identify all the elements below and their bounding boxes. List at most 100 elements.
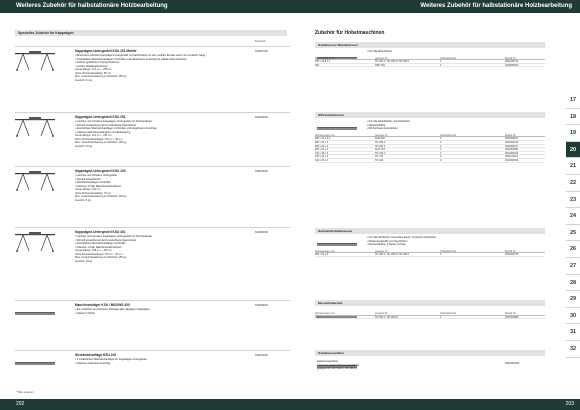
product-spec: Gewicht: 15 kg — [75, 144, 93, 148]
chapter-tab-20[interactable]: 20 — [566, 141, 580, 159]
right-table-cell: 260 x 20 x 3 — [315, 253, 329, 257]
product-image — [15, 171, 55, 191]
product-spec: Gewicht: 19 kg — [75, 259, 93, 263]
right-page-number: 203 — [290, 399, 580, 410]
footnote: * Bitte angeben — [16, 391, 34, 394]
product-title: Maschinenträger KSU / BKS/WS 400 — [75, 303, 130, 307]
product-item: Kappsägen-Untergestell KSU 251 MobileBes… — [15, 46, 290, 108]
product-item: Werkstückauflage KSU 1001 zusätzliches W… — [15, 350, 290, 390]
product-image — [15, 305, 55, 325]
product-item: Kappsägen-Untergestell KSU 251Leichtes u… — [15, 112, 290, 162]
product-image — [15, 117, 55, 137]
gauge-order-number: 0911062106 — [505, 362, 520, 365]
order-column-label: Bestell-Nr. — [255, 40, 267, 43]
product-bullet: Inklusiv 2 Stück — [75, 312, 225, 316]
right-table-cell: 0911062705 — [505, 253, 519, 257]
right-block-bullets: Für alle Weichhölzer — [367, 50, 393, 54]
right-bullet: Für alle Weichhölzer — [367, 50, 393, 54]
right-table-cell: HC 260 C, HC 260 M, HC 260 K — [375, 253, 410, 257]
right-table-cell: 2 — [440, 63, 442, 67]
product-item: Kappsägen-Untergestell KSU 401Leichtes u… — [15, 227, 290, 297]
left-page-header: Weiteres Zubehör für halbstationäre Holz… — [0, 0, 290, 13]
right-table-cell: HC 410 — [375, 158, 384, 162]
chapter-tab-26[interactable]: 26 — [566, 241, 580, 258]
chapter-tab-18[interactable]: 18 — [566, 109, 580, 126]
right-table-cell: 260 — [315, 63, 319, 67]
right-block-bullets: Für alle Weichhölzer und HartholzerNachs… — [367, 120, 410, 131]
product-spec: Gewicht: 21 kg — [75, 78, 93, 82]
right-block: Messerhaltersatz Abmessungen mm geeignet f… — [315, 300, 545, 320]
product-order-number: 629005000 — [255, 116, 268, 119]
chapter-tab-21[interactable]: 21 — [566, 158, 580, 175]
product-text: Kappsägen-Untergestell KSU 100Leichtes u… — [75, 169, 225, 202]
chapter-tab-23[interactable]: 23 — [566, 192, 580, 209]
left-page-number: 202 — [0, 399, 290, 410]
left-section-title: Spezielles Zubehör für Kappsägen — [15, 30, 287, 36]
product-order-number: 629009000 — [255, 304, 268, 307]
right-bullet: Nachschärfbar, 2 Seiten nutzbar — [367, 243, 436, 247]
product-title: Werkstückauflage KSU 100 — [75, 353, 117, 357]
chapter-tab-28[interactable]: 28 — [566, 275, 580, 292]
right-block: Hobelmesser Wendemesser Für alle Weichhöl… — [315, 42, 545, 68]
right-block-title: Hartmetall-Hobelmesser — [315, 228, 545, 234]
right-table-row: 260 HDH 260 2 0220065000 — [315, 64, 545, 68]
chapter-tab-32[interactable]: 32 — [566, 341, 580, 358]
right-table-cell: 2 — [440, 158, 442, 162]
chapter-tab-29[interactable]: 29 — [566, 291, 580, 308]
chapter-tab-24[interactable]: 24 — [566, 208, 580, 225]
chapter-tabs: 17 18 19 20 21 22 23 24 25 26 27 28 29 30 31 32 — [566, 92, 580, 358]
right-table-cell: 410 x 25 x 3 — [315, 158, 329, 162]
product-order-number: 629004000 — [255, 170, 268, 173]
right-table-cell: 0220065000 — [505, 63, 519, 67]
right-table: Abmessungen mm geeignet für Verkaufseinhei… — [315, 57, 545, 68]
chapter-tab-17[interactable]: 17 — [566, 92, 580, 109]
product-title: Kappsägen-Untergestell KSU 100 — [75, 169, 126, 173]
product-title: Kappsägen-Untergestell KSU 251 — [75, 115, 126, 119]
right-table-row: 260 x 20 x 3 HC 260 C, HC 260 M, HC 260 K… — [315, 253, 545, 257]
right-table-cell: HC 260 C, HC 260 M — [375, 315, 398, 319]
product-order-number: 629007000 — [255, 50, 268, 53]
right-block-title: Messerhaltersatz — [315, 300, 545, 306]
chapter-tab-22[interactable]: 22 — [566, 175, 580, 192]
right-table-cell: 0911062015 — [505, 158, 519, 162]
right-block: Hobelmesserlehre Hobelmesserlehre ▪ Für e… — [315, 350, 545, 370]
product-bullet: Inklusive seitlichem Anschlag — [75, 362, 225, 366]
gauge-text: Hobelmesserlehre ▪ Für eine präzise Mess… — [317, 360, 359, 371]
right-block-bullets: Für alle Hartholzer, besonders Eiche, Tr… — [367, 236, 436, 247]
product-text: Kappsägen-Untergestell KSU 401Leichtes u… — [75, 230, 225, 263]
right-block: Hartmetall-Hobelmesser Für alle Hartholze… — [315, 228, 545, 257]
right-block-title: Hobelmesserlehre — [315, 350, 545, 356]
chapter-tab-30[interactable]: 30 — [566, 308, 580, 325]
right-table-row: 260 HC 260 C, HC 260 M 1 0917060685 — [315, 316, 545, 320]
right-block-title: HSS-Hobelmesser — [315, 112, 545, 118]
product-item: Kappsägen-Untergestell KSU 100Leichtes u… — [15, 166, 290, 224]
product-item: Maschinenträger KSU / BKS/WS 400Zur einf… — [15, 300, 290, 346]
right-table: Abmessungen mm geeignet für Verkaufseinhei… — [315, 134, 545, 163]
right-table: Abmessungen mm geeignet für Verkaufseinhei… — [315, 312, 545, 320]
chapter-tab-19[interactable]: 19 — [566, 125, 580, 142]
right-bullet: Mit höchsten Ansprüchen — [367, 127, 410, 131]
right-block: HSS-Hobelmesser Für alle Weichhölzer und … — [315, 112, 545, 163]
right-page-header: Weiteres Zubehör für halbstationäre Holz… — [290, 0, 580, 13]
product-image — [15, 355, 55, 375]
right-table: Abmessungen mm geeignet für Verkaufseinhei… — [315, 250, 545, 257]
right-table-cell: 1 — [440, 315, 442, 319]
chapter-tab-25[interactable]: 25 — [566, 225, 580, 242]
chapter-tab-31[interactable]: 31 — [566, 324, 580, 341]
right-page-title: Zubehör für Hobelmaschinen — [315, 30, 385, 36]
product-text: Kappsägen-Untergestell KSU 251 MobileBes… — [75, 49, 225, 82]
product-image — [15, 51, 55, 71]
product-title: Kappsägen-Untergestell KSU 251 Mobile — [75, 49, 137, 53]
right-block-title: Hobelmesser Wendemesser — [315, 42, 545, 48]
product-text: Maschinenträger KSU / BKS/WS 400Zur einf… — [75, 303, 225, 316]
product-title: Kappsägen-Untergestell KSU 401 — [75, 230, 126, 234]
right-table-cell: 0917060685 — [505, 315, 519, 319]
product-order-number: 629006000 — [255, 231, 268, 234]
right-table-row: 410 x 25 x 3 HC 410 2 0911062015 — [315, 159, 545, 163]
right-table-cell: 2 — [440, 253, 442, 257]
product-text: Kappsägen-Untergestell KSU 251Leichtes u… — [75, 115, 225, 148]
chapter-tab-27[interactable]: 27 — [566, 258, 580, 275]
product-image — [15, 232, 55, 252]
right-table-cell: 260 — [315, 315, 319, 319]
product-text: Werkstückauflage KSU 1001 zusätzliches W… — [75, 353, 225, 366]
